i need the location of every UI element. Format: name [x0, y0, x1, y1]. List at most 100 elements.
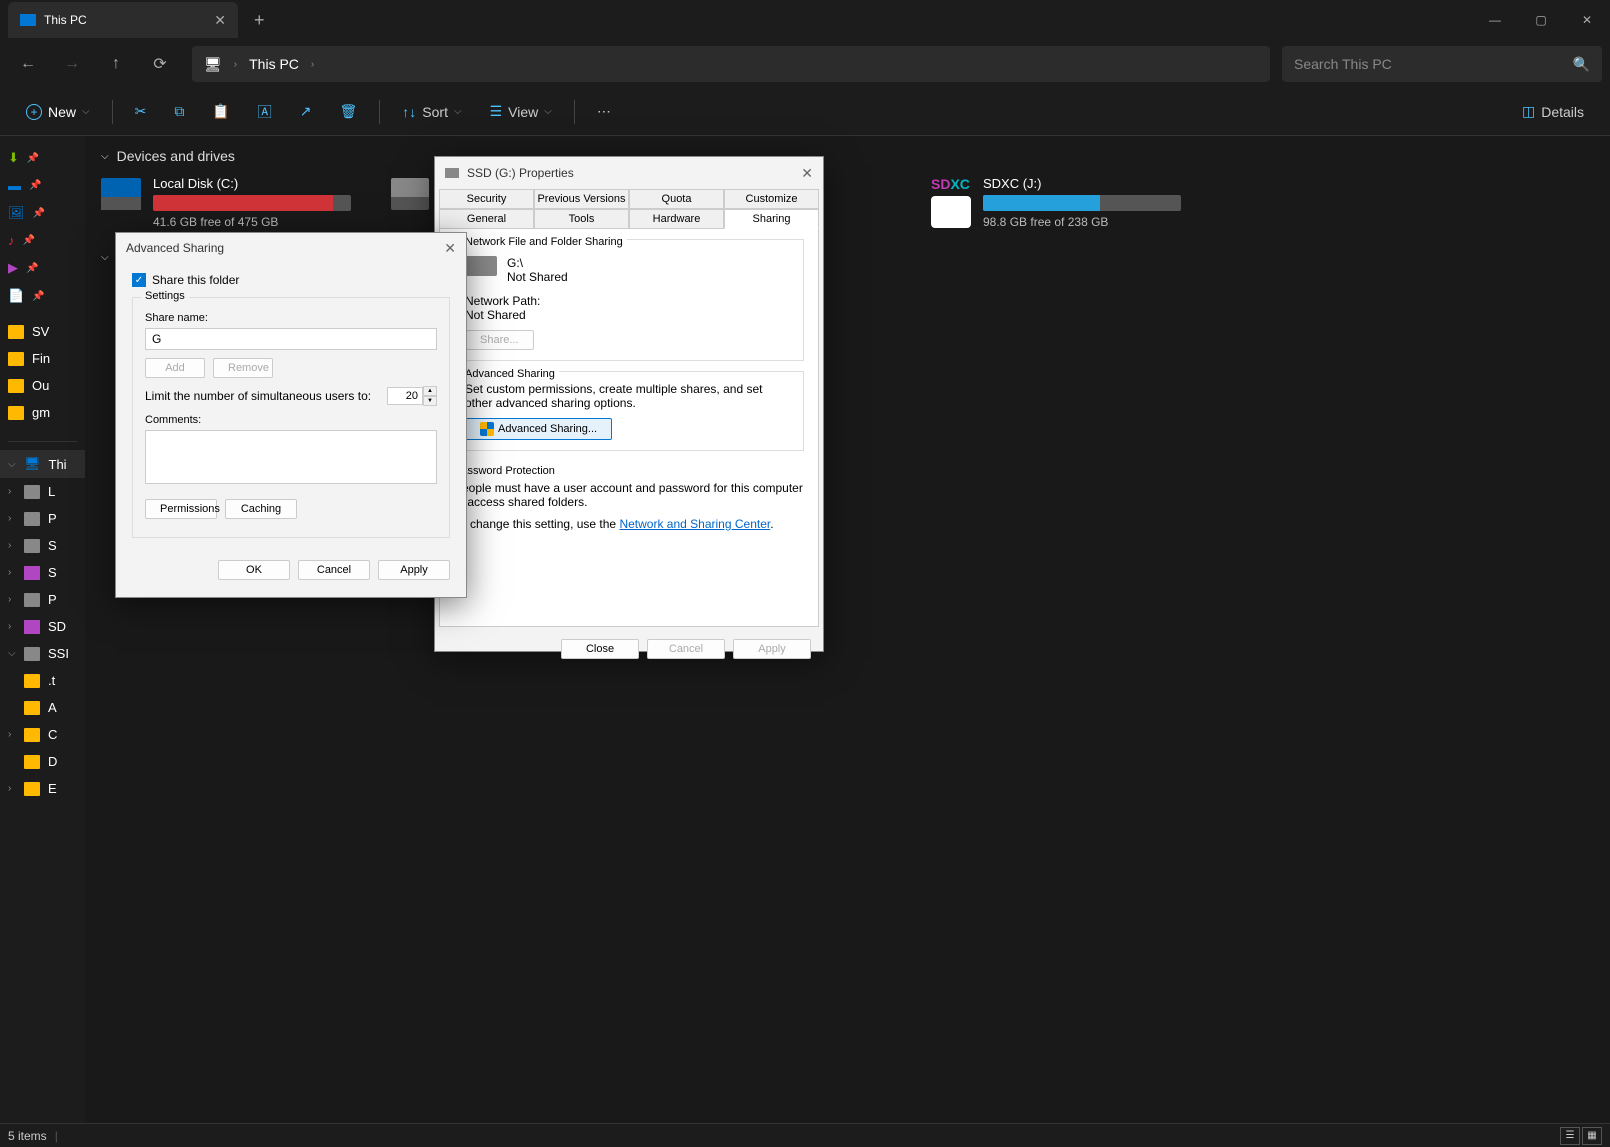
- sidebar-drive[interactable]: ›P: [0, 505, 85, 532]
- details-view-toggle[interactable]: ☰: [1560, 1127, 1580, 1145]
- sidebar-drive[interactable]: ›L: [0, 478, 85, 505]
- sidebar-folder[interactable]: SV: [0, 318, 85, 345]
- cancel-button[interactable]: Cancel: [647, 639, 725, 659]
- network-sharing-center-link[interactable]: Network and Sharing Center: [619, 517, 770, 531]
- share-name-label: Share name:: [145, 312, 437, 324]
- tab-general[interactable]: General: [439, 209, 534, 229]
- search-input[interactable]: Search This PC 🔍: [1282, 46, 1602, 82]
- sidebar-subfolder[interactable]: .t: [0, 667, 85, 694]
- sidebar-desktop[interactable]: ▬📌: [0, 172, 85, 199]
- close-button[interactable]: ✕: [444, 240, 456, 257]
- tab-previous-versions[interactable]: Previous Versions: [534, 189, 629, 209]
- section-devices-drives[interactable]: ⌵ Devices and drives: [101, 148, 1594, 164]
- sidebar-drive[interactable]: ›SD: [0, 613, 85, 640]
- chevron-right-icon: ›: [311, 59, 314, 70]
- sort-button[interactable]: ↑↓ Sort ⌵: [392, 98, 471, 126]
- dialog-titlebar[interactable]: SSD (G:) Properties ✕: [435, 157, 823, 189]
- comments-input[interactable]: [145, 430, 437, 484]
- sidebar-subfolder[interactable]: A: [0, 694, 85, 721]
- advanced-sharing-button[interactable]: Advanced Sharing...: [465, 418, 612, 440]
- tab-security[interactable]: Security: [439, 189, 534, 209]
- back-button[interactable]: ←: [8, 46, 48, 82]
- sidebar-folder[interactable]: Fin: [0, 345, 85, 372]
- close-button[interactable]: Close: [561, 639, 639, 659]
- address-bar: ← → ↑ ⟳ 🖥 › This PC › Search This PC 🔍: [0, 40, 1610, 88]
- paste-button[interactable]: 📋: [202, 97, 239, 126]
- tab-sharing[interactable]: Sharing: [724, 209, 819, 229]
- dialog-titlebar[interactable]: Advanced Sharing ✕: [116, 233, 466, 263]
- tab-quota[interactable]: Quota: [629, 189, 724, 209]
- tab-close-icon[interactable]: ✕: [214, 12, 226, 29]
- more-button[interactable]: ⋯: [587, 97, 621, 126]
- sidebar-drive[interactable]: ⌵SSI: [0, 640, 85, 667]
- up-button[interactable]: ↑: [96, 46, 136, 82]
- apply-button[interactable]: Apply: [733, 639, 811, 659]
- sidebar-drive[interactable]: ›P: [0, 586, 85, 613]
- ok-button[interactable]: OK: [218, 560, 290, 580]
- advanced-sharing-dialog: Advanced Sharing ✕ ✓ Share this folder S…: [115, 232, 467, 598]
- sidebar-subfolder[interactable]: ›C: [0, 721, 85, 748]
- permissions-button[interactable]: Permissions: [145, 499, 217, 519]
- limit-users-input[interactable]: [387, 387, 423, 405]
- caching-button[interactable]: Caching: [225, 499, 297, 519]
- remove-button[interactable]: Remove: [213, 358, 273, 378]
- close-button[interactable]: ✕: [801, 165, 813, 182]
- sidebar-drive[interactable]: ›S: [0, 532, 85, 559]
- item-count: 5 items: [8, 1129, 47, 1143]
- drive-local-disk-c[interactable]: Local Disk (C:) 41.6 GB free of 475 GB: [101, 176, 351, 229]
- sidebar-music[interactable]: ♪📌: [0, 227, 85, 254]
- share-button[interactable]: ↗: [290, 97, 322, 126]
- new-button[interactable]: + New ⌵: [16, 98, 100, 126]
- details-button[interactable]: ◫ Details: [1512, 97, 1594, 126]
- sidebar-drive[interactable]: ›S: [0, 559, 85, 586]
- new-tab-button[interactable]: +: [254, 10, 265, 31]
- apply-button[interactable]: Apply: [378, 560, 450, 580]
- minimize-button[interactable]: —: [1472, 0, 1518, 40]
- comments-label: Comments:: [145, 414, 437, 426]
- spinner-up-button[interactable]: ▲: [423, 386, 437, 396]
- shield-icon: [480, 422, 494, 436]
- tab-this-pc[interactable]: This PC ✕: [8, 2, 238, 38]
- add-button[interactable]: Add: [145, 358, 205, 378]
- share-status: Not Shared: [507, 270, 568, 284]
- spinner-down-button[interactable]: ▼: [423, 396, 437, 406]
- breadcrumb-this-pc[interactable]: This PC: [249, 56, 299, 72]
- sidebar: ⬇📌 ▬📌 🖼📌 ♪📌 ▶📌 📄📌 SV Fin Ou gm ⌵🖥Thi ›L …: [0, 136, 85, 1127]
- view-button[interactable]: ☰ View ⌵: [480, 97, 562, 126]
- sidebar-this-pc[interactable]: ⌵🖥Thi: [0, 450, 85, 478]
- sidebar-pictures[interactable]: 🖼📌: [0, 199, 85, 227]
- sidebar-subfolder[interactable]: ›E: [0, 775, 85, 802]
- share-name-input[interactable]: [145, 328, 437, 350]
- share-button[interactable]: Share...: [465, 330, 534, 350]
- sidebar-folder[interactable]: Ou: [0, 372, 85, 399]
- maximize-button[interactable]: ▢: [1518, 0, 1564, 40]
- limit-label: Limit the number of simultaneous users t…: [145, 389, 371, 403]
- chevron-right-icon: ›: [234, 59, 237, 70]
- tab-customize[interactable]: Customize: [724, 189, 819, 209]
- refresh-button[interactable]: ⟳: [140, 46, 180, 82]
- share-path: G:\: [507, 256, 568, 270]
- delete-button[interactable]: 🗑: [330, 97, 368, 126]
- copy-button[interactable]: ⧉: [164, 97, 194, 126]
- cancel-button[interactable]: Cancel: [298, 560, 370, 580]
- close-window-button[interactable]: ✕: [1564, 0, 1610, 40]
- share-folder-label: Share this folder: [152, 273, 239, 287]
- properties-dialog: SSD (G:) Properties ✕ Security Previous …: [434, 156, 824, 652]
- tab-title: This PC: [44, 13, 214, 27]
- sidebar-downloads[interactable]: ⬇📌: [0, 144, 85, 172]
- tab-hardware[interactable]: Hardware: [629, 209, 724, 229]
- rename-button[interactable]: 🄰: [248, 96, 282, 128]
- forward-button[interactable]: →: [52, 46, 92, 82]
- group-password-protection: Password Protection: [454, 465, 804, 477]
- sidebar-documents[interactable]: 📄📌: [0, 282, 85, 310]
- sidebar-folder[interactable]: gm: [0, 399, 85, 426]
- drive-sdxc-j[interactable]: SDXC SDXC (J:) 98.8 GB free of 238 GB: [931, 176, 1181, 229]
- tab-tools[interactable]: Tools: [534, 209, 629, 229]
- sidebar-subfolder[interactable]: D: [0, 748, 85, 775]
- icons-view-toggle[interactable]: ▦: [1582, 1127, 1602, 1145]
- share-folder-checkbox[interactable]: ✓: [132, 273, 146, 287]
- cut-button[interactable]: ✂: [125, 97, 157, 126]
- window-controls: — ▢ ✕: [1472, 0, 1610, 40]
- sidebar-videos[interactable]: ▶📌: [0, 254, 85, 282]
- address-path[interactable]: 🖥 › This PC ›: [192, 46, 1270, 82]
